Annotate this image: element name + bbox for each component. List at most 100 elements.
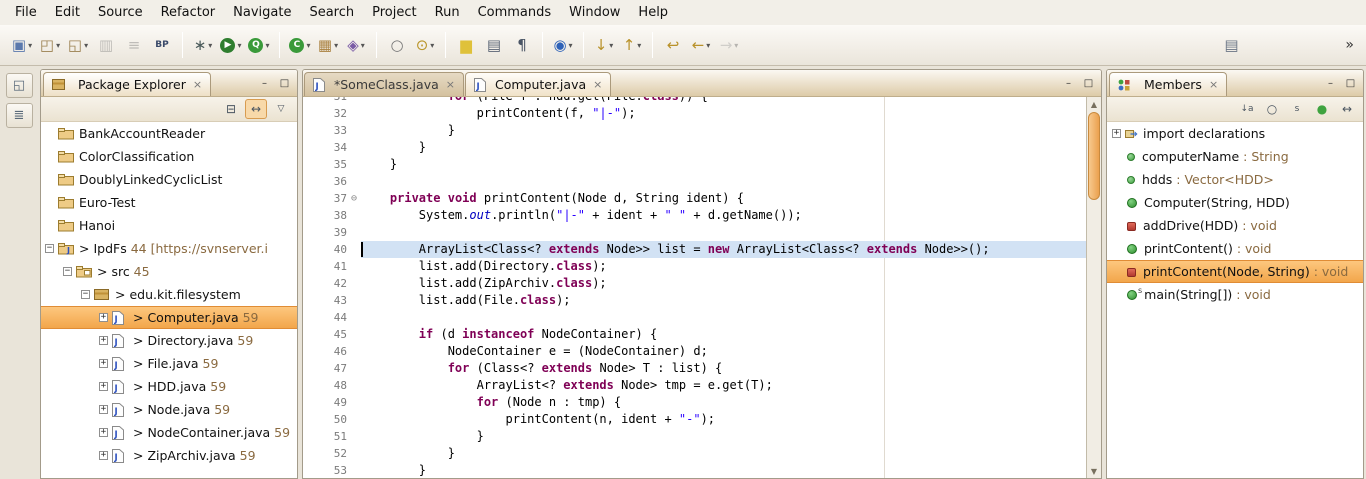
tree-item-edu-kit-filesystem[interactable]: −> edu.kit.filesystem [41, 283, 297, 306]
code-line-33[interactable]: 33 } [303, 122, 1086, 139]
maximize-icon[interactable]: □ [1342, 75, 1359, 91]
code-line-36[interactable]: 36 [303, 173, 1086, 190]
code-line-51[interactable]: 51 } [303, 428, 1086, 445]
mark-occurrences-icon[interactable]: ▆ [453, 32, 479, 58]
tree-item-ipdfs[interactable]: −J> IpdFs 44 [https://svnserver.i [41, 237, 297, 260]
expand-icon[interactable]: + [99, 451, 108, 460]
collapse-all-icon[interactable]: ⊟ [220, 99, 242, 119]
run-icon[interactable]: Q▾ [246, 32, 272, 58]
tree-item-bankaccountreader[interactable]: BankAccountReader [41, 122, 297, 145]
code-line-34[interactable]: 34 } [303, 139, 1086, 156]
scrollbar-thumb[interactable] [1088, 112, 1100, 200]
open-type-icon[interactable]: ○ [384, 32, 410, 58]
code-line-39[interactable]: 39 [303, 224, 1086, 241]
code-line-43[interactable]: 43 list.add(File.class); [303, 292, 1086, 309]
tree-item-file-java[interactable]: +J> File.java 59 [41, 352, 297, 375]
sort-members-icon[interactable]: ↓a [1236, 99, 1258, 119]
code-line-53[interactable]: 53 } [303, 462, 1086, 478]
fast-view-editor-icon[interactable]: ≣ [6, 103, 33, 128]
menu-help[interactable]: Help [629, 2, 677, 23]
new-project-icon[interactable]: ◈▾ [343, 32, 369, 58]
restore-fast-view-icon[interactable]: ◱ [6, 73, 33, 98]
scrollbar-up-icon[interactable]: ▲ [1087, 97, 1101, 111]
tree-item-nodecontainer-java[interactable]: +J> NodeContainer.java 59 [41, 421, 297, 444]
code-line-50[interactable]: 50 printContent(n, ident + "-"); [303, 411, 1086, 428]
tree-item-colorclassification[interactable]: ColorClassification [41, 145, 297, 168]
expand-icon[interactable]: + [99, 382, 108, 391]
expand-icon[interactable]: + [99, 405, 108, 414]
tab-package-explorer[interactable]: Package Explorer × [43, 72, 211, 96]
tree-item-euro-test[interactable]: Euro-Test [41, 191, 297, 214]
tree-item-src[interactable]: −> src 45 [41, 260, 297, 283]
code-line-37[interactable]: 37⊖ private void printContent(Node d, St… [303, 190, 1086, 207]
member-printcontent-node-string[interactable]: printContent(Node, String) : void [1107, 260, 1363, 283]
editor-vertical-scrollbar[interactable]: ▲ ▼ [1086, 97, 1101, 478]
menu-edit[interactable]: Edit [46, 2, 89, 23]
next-annotation-icon[interactable]: ↓▾ [591, 32, 617, 58]
code-line-44[interactable]: 44 [303, 309, 1086, 326]
web-browser-icon[interactable]: ◉▾ [550, 32, 576, 58]
build-icon[interactable]: BP [149, 32, 175, 58]
debug-icon[interactable]: ▶▾ [218, 32, 244, 58]
menu-window[interactable]: Window [560, 2, 629, 23]
menu-source[interactable]: Source [89, 2, 152, 23]
tree-item-directory-java[interactable]: +J> Directory.java 59 [41, 329, 297, 352]
hide-fields-icon[interactable]: ○ [1261, 99, 1283, 119]
pin-editor-icon[interactable]: ▤ [1218, 32, 1244, 58]
minimize-icon[interactable]: – [1060, 75, 1077, 91]
expand-icon[interactable]: + [99, 359, 108, 368]
code-line-40[interactable]: 40 ArrayList<Class<? extends Node>> list… [303, 241, 1086, 258]
maximize-icon[interactable]: □ [1080, 75, 1097, 91]
editor-content[interactable]: 31 for (File f : hdd.get(File.class)) { 3… [303, 97, 1086, 478]
hide-nonpublic-icon[interactable]: ● [1311, 99, 1333, 119]
new-class-icon[interactable]: C▾ [287, 32, 313, 58]
code-line-52[interactable]: 52 } [303, 445, 1086, 462]
member-main-string[interactable]: smain(String[]) : void [1107, 283, 1363, 306]
prev-annotation-icon[interactable]: ↑▾ [619, 32, 645, 58]
collapse-icon[interactable]: − [63, 267, 72, 276]
minimize-icon[interactable]: – [1322, 75, 1339, 91]
collapse-icon[interactable]: − [45, 244, 54, 253]
search-icon[interactable]: ⊙▾ [412, 32, 438, 58]
open-project-icon[interactable]: ◱▾ [65, 32, 91, 58]
tab-members[interactable]: Members × [1109, 72, 1227, 96]
member-import-declarations[interactable]: +import declarations [1107, 122, 1363, 145]
tree-item-hanoi[interactable]: Hanoi [41, 214, 297, 237]
menu-search[interactable]: Search [300, 2, 363, 23]
code-line-48[interactable]: 48 ArrayList<? extends Node> tmp = e.get… [303, 377, 1086, 394]
menu-project[interactable]: Project [363, 2, 425, 23]
new-package-icon[interactable]: ▦▾ [315, 32, 341, 58]
close-icon[interactable]: × [1209, 78, 1218, 91]
code-line-45[interactable]: 45 if (d instanceof NodeContainer) { [303, 326, 1086, 343]
member-printcontent[interactable]: printContent() : void [1107, 237, 1363, 260]
tree-item-doublylinkedcycliclist[interactable]: DoublyLinkedCyclicList [41, 168, 297, 191]
member-computer-string-hdd[interactable]: Computer(String, HDD) [1107, 191, 1363, 214]
collapse-icon[interactable]: − [81, 290, 90, 299]
code-line-35[interactable]: 35 } [303, 156, 1086, 173]
tree-item-ziparchiv-java[interactable]: +J> ZipArchiv.java 59 [41, 444, 297, 467]
editor-tab-computer-java[interactable]: JComputer.java× [465, 72, 611, 96]
member-hdds[interactable]: hdds : Vector<HDD> [1107, 168, 1363, 191]
tree-item-node-java[interactable]: +J> Node.java 59 [41, 398, 297, 421]
last-edit-location-icon[interactable]: ↩ [660, 32, 686, 58]
menu-commands[interactable]: Commands [469, 2, 561, 23]
view-menu-icon[interactable]: ▽ [270, 99, 292, 119]
external-tools-icon[interactable]: ∗▾ [190, 32, 216, 58]
code-line-31[interactable]: 31 for (File f : hdd.get(File.class)) { [303, 97, 1086, 105]
close-icon[interactable]: × [193, 78, 202, 91]
editor-tab--someclass-java[interactable]: J*SomeClass.java× [304, 72, 464, 96]
back-icon[interactable]: ←▾ [688, 32, 714, 58]
menu-run[interactable]: Run [426, 2, 469, 23]
code-line-49[interactable]: 49 for (Node n : tmp) { [303, 394, 1086, 411]
new-wizard-icon[interactable]: ▣▾ [9, 32, 35, 58]
link-with-editor-icon[interactable]: ↔ [1336, 99, 1358, 119]
expand-icon[interactable]: + [99, 313, 108, 322]
tree-item-computer-java[interactable]: +J> Computer.java 59 [41, 306, 297, 329]
close-icon[interactable]: × [593, 78, 602, 91]
member-computername[interactable]: computerName : String [1107, 145, 1363, 168]
expand-icon[interactable]: + [99, 428, 108, 437]
expand-icon[interactable]: + [99, 336, 108, 345]
menu-navigate[interactable]: Navigate [224, 2, 300, 23]
tree-item-hdd-java[interactable]: +J> HDD.java 59 [41, 375, 297, 398]
link-with-editor-icon[interactable]: ↔ [245, 99, 267, 119]
